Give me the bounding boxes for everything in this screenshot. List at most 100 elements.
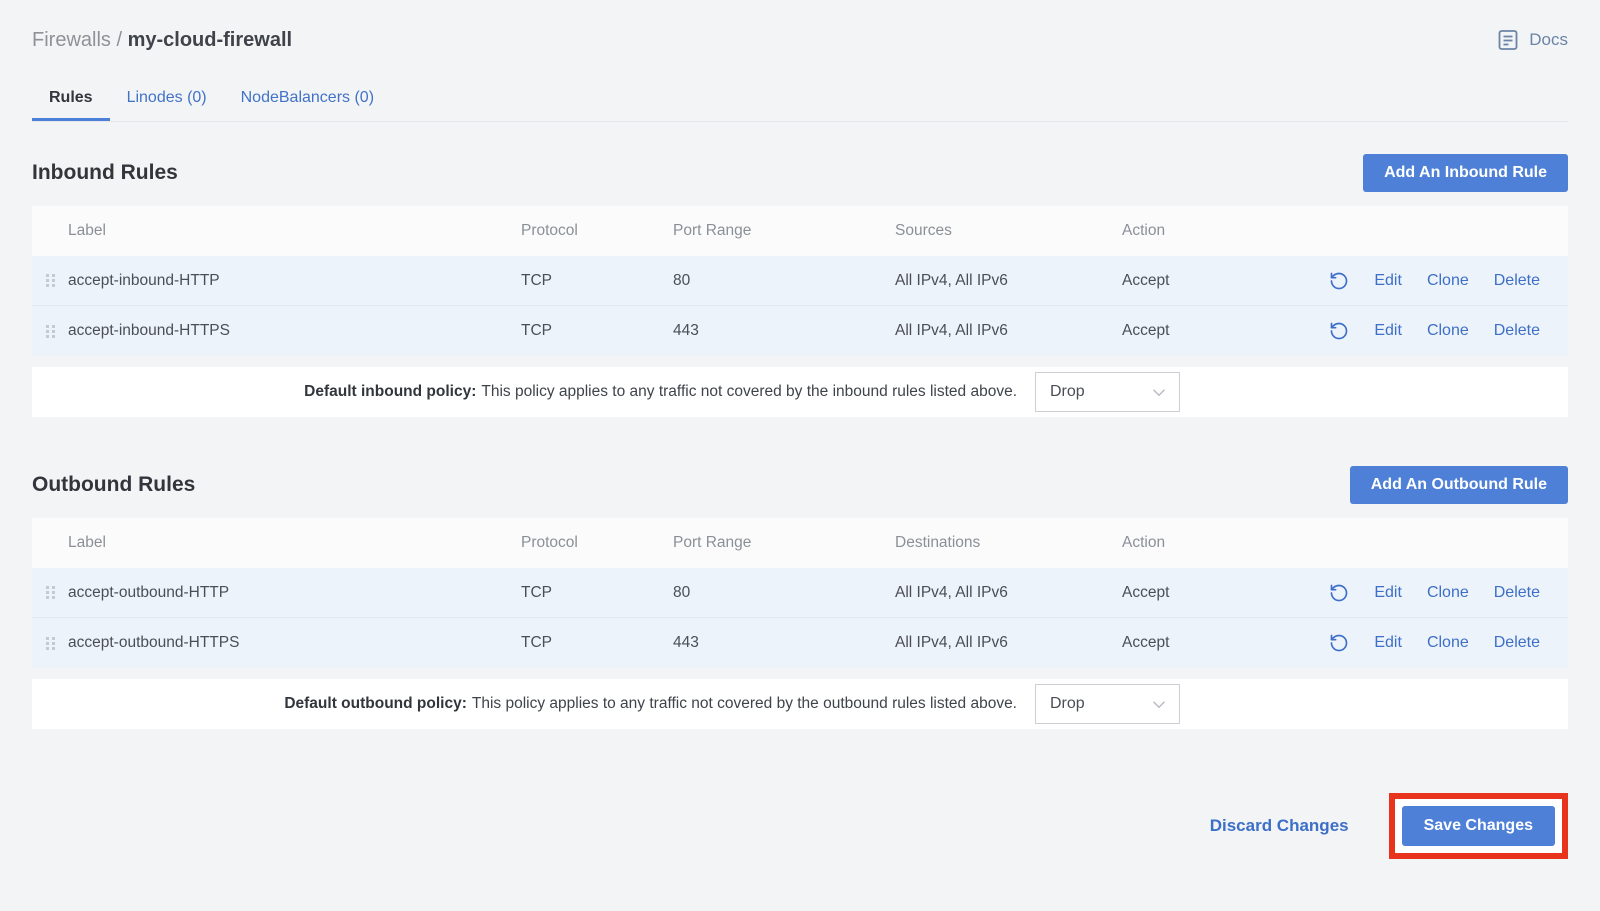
delete-link[interactable]: Delete [1494,272,1540,290]
rule-action: Accept [1122,272,1272,290]
inbound-policy-description: This policy applies to any traffic not c… [481,383,1017,400]
inbound-policy-label: Default inbound policy: [304,383,476,400]
edit-link[interactable]: Edit [1374,272,1402,290]
save-changes-button[interactable]: Save Changes [1402,806,1555,846]
outbound-policy-select[interactable]: Drop [1035,684,1180,724]
breadcrumb-section[interactable]: Firewalls [32,29,111,51]
column-header-sources: Sources [895,222,1122,240]
clone-link[interactable]: Clone [1427,634,1469,652]
drag-handle[interactable] [32,273,68,288]
table-row: accept-inbound-HTTP TCP 80 All IPv4, All… [32,256,1568,306]
add-inbound-rule-button[interactable]: Add An Inbound Rule [1363,154,1568,192]
clone-link[interactable]: Clone [1427,322,1469,340]
column-header-destinations: Destinations [895,534,1122,552]
docs-link[interactable]: Docs [1496,28,1568,52]
rule-sources: All IPv4, All IPv6 [895,272,1122,290]
delete-link[interactable]: Delete [1494,322,1540,340]
edit-link[interactable]: Edit [1374,634,1402,652]
save-changes-highlight: Save Changes [1389,793,1568,859]
inbound-policy-text: Default inbound policy: This policy appli… [304,383,1017,401]
edit-link[interactable]: Edit [1374,584,1402,602]
docs-icon [1496,28,1520,52]
rule-port-range: 443 [673,634,895,652]
outbound-policy-description: This policy applies to any traffic not c… [472,695,1017,712]
chevron-down-icon [1148,693,1170,715]
tab-linodes[interactable]: Linodes (0) [110,78,224,121]
rule-action: Accept [1122,584,1272,602]
row-actions: Edit Clone Delete [1272,321,1568,341]
rule-destinations: All IPv4, All IPv6 [895,634,1122,652]
delete-link[interactable]: Delete [1494,634,1540,652]
row-actions: Edit Clone Delete [1272,583,1568,603]
rule-label: accept-outbound-HTTP [68,584,521,602]
undo-button[interactable] [1329,633,1349,653]
rule-protocol: TCP [521,272,673,290]
column-header-protocol: Protocol [521,534,673,552]
outbound-rules-table: Label Protocol Port Range Destinations A… [32,518,1568,668]
rule-protocol: TCP [521,584,673,602]
footer-actions: Discard Changes Save Changes [32,793,1568,859]
chevron-down-icon [1148,381,1170,403]
tab-bar: Rules Linodes (0) NodeBalancers (0) [32,78,1568,122]
drag-dots-icon [45,585,56,600]
inbound-section-header: Inbound Rules Add An Inbound Rule [32,154,1568,192]
row-actions: Edit Clone Delete [1272,271,1568,291]
outbound-policy-text: Default outbound policy: This policy appl… [284,695,1017,713]
rule-action: Accept [1122,634,1272,652]
breadcrumb-separator: / [116,29,122,51]
rule-port-range: 80 [673,272,895,290]
inbound-policy-row: Default inbound policy: This policy appli… [32,367,1568,417]
breadcrumb-current: my-cloud-firewall [128,29,292,51]
clone-link[interactable]: Clone [1427,584,1469,602]
drag-handle[interactable] [32,636,68,651]
rule-port-range: 80 [673,584,895,602]
inbound-rules-table: Label Protocol Port Range Sources Action… [32,206,1568,356]
rule-port-range: 443 [673,322,895,340]
table-row: accept-outbound-HTTP TCP 80 All IPv4, Al… [32,568,1568,618]
tab-rules[interactable]: Rules [32,78,110,121]
outbound-policy-label: Default outbound policy: [284,695,467,712]
rule-protocol: TCP [521,634,673,652]
rule-sources: All IPv4, All IPv6 [895,322,1122,340]
edit-link[interactable]: Edit [1374,322,1402,340]
inbound-policy-value: Drop [1050,383,1085,401]
column-header-label: Label [68,534,521,552]
column-header-action: Action [1122,222,1272,240]
discard-changes-link[interactable]: Discard Changes [1210,816,1349,836]
undo-button[interactable] [1329,583,1349,603]
drag-handle[interactable] [32,324,68,339]
docs-label: Docs [1529,30,1568,50]
top-bar: Firewalls / my-cloud-firewall Docs [32,0,1568,52]
rule-protocol: TCP [521,322,673,340]
drag-handle[interactable] [32,585,68,600]
column-header-protocol: Protocol [521,222,673,240]
column-header-port-range: Port Range [673,222,895,240]
add-outbound-rule-button[interactable]: Add An Outbound Rule [1350,466,1568,504]
outbound-table-header: Label Protocol Port Range Destinations A… [32,518,1568,568]
column-header-label: Label [68,222,521,240]
inbound-table-header: Label Protocol Port Range Sources Action [32,206,1568,256]
delete-link[interactable]: Delete [1494,584,1540,602]
inbound-policy-select[interactable]: Drop [1035,372,1180,412]
undo-icon [1329,583,1349,603]
rule-label: accept-inbound-HTTP [68,272,521,290]
tab-nodebalancers[interactable]: NodeBalancers (0) [224,78,391,121]
column-header-port-range: Port Range [673,534,895,552]
table-row: accept-outbound-HTTPS TCP 443 All IPv4, … [32,618,1568,668]
outbound-policy-value: Drop [1050,695,1085,713]
undo-button[interactable] [1329,321,1349,341]
undo-icon [1329,633,1349,653]
row-actions: Edit Clone Delete [1272,633,1568,653]
undo-button[interactable] [1329,271,1349,291]
outbound-policy-row: Default outbound policy: This policy appl… [32,679,1568,729]
rule-label: accept-inbound-HTTPS [68,322,521,340]
inbound-title: Inbound Rules [32,161,178,185]
rule-label: accept-outbound-HTTPS [68,634,521,652]
undo-icon [1329,321,1349,341]
clone-link[interactable]: Clone [1427,272,1469,290]
drag-dots-icon [45,273,56,288]
drag-dots-icon [45,324,56,339]
undo-icon [1329,271,1349,291]
column-header-action: Action [1122,534,1272,552]
rule-destinations: All IPv4, All IPv6 [895,584,1122,602]
